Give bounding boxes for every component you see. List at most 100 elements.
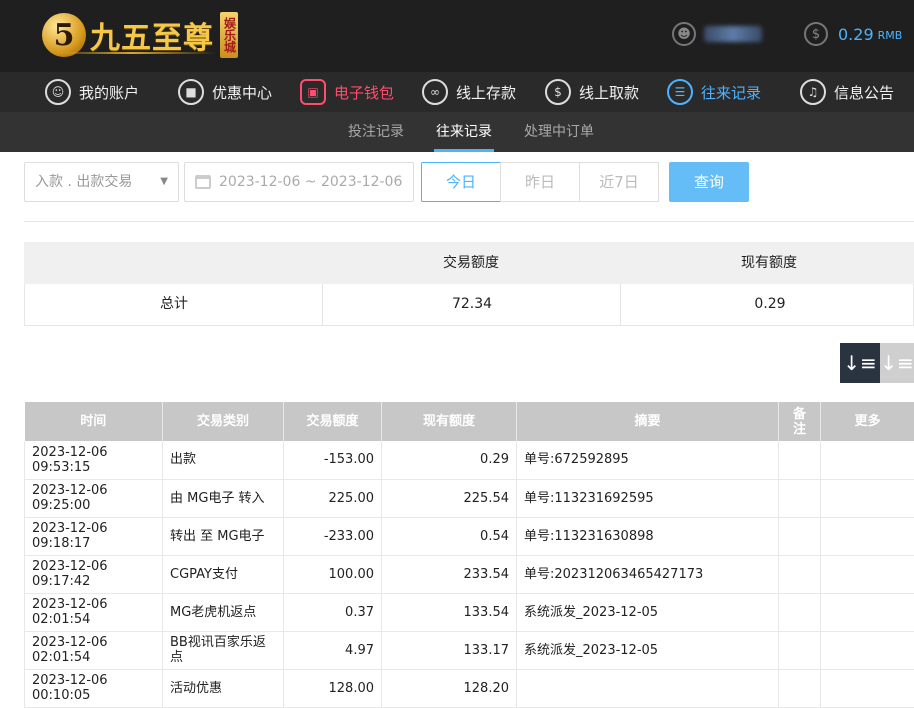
record-icon: ☰: [667, 79, 693, 105]
row-balance: 0.29: [382, 441, 517, 479]
records-table: 时间 交易类别 交易额度 现有额度 摘要 备注 更多 2023-12-06 09…: [24, 402, 914, 708]
today-button[interactable]: 今日: [421, 162, 501, 202]
transaction-type-value: 入款 . 出款交易: [35, 174, 132, 190]
table-row: 2023-12-06 00:10:05活动优惠128.00128.20: [25, 669, 914, 707]
withdraw-icon: $: [545, 79, 571, 105]
row-note: [779, 555, 821, 593]
deposit-icon: ∞: [422, 79, 448, 105]
col-summary: 摘要: [517, 402, 779, 441]
row-time: 2023-12-06 00:10:05: [25, 669, 163, 707]
nav-item-withdraw[interactable]: $ 线上取款: [545, 72, 639, 112]
row-more: [821, 631, 914, 669]
summary-header-balance: 现有额度: [620, 242, 914, 284]
col-note: 备注: [779, 402, 821, 441]
row-more: [821, 517, 914, 555]
row-summary: 单号:113231630898: [517, 517, 779, 555]
tab-transaction-records[interactable]: 往来记录: [436, 112, 492, 152]
records-header-row: 时间 交易类别 交易额度 现有额度 摘要 备注 更多: [25, 402, 914, 441]
table-row: 2023-12-06 09:17:42CGPAY支付100.00233.54单号…: [25, 555, 914, 593]
row-amount: 128.00: [284, 669, 382, 707]
nav-label: 优惠中心: [212, 82, 272, 103]
row-more: [821, 669, 914, 707]
row-balance: 225.54: [382, 479, 517, 517]
summary-total-row: 总计 72.34 0.29: [24, 284, 914, 326]
row-balance: 233.54: [382, 555, 517, 593]
col-note-label: 备注: [793, 407, 806, 437]
nav-item-deposit[interactable]: ∞ 线上存款: [422, 72, 516, 112]
col-amount: 交易额度: [284, 402, 382, 441]
calendar-icon: [195, 175, 211, 189]
row-note: [779, 669, 821, 707]
balance-unit: RMB: [878, 29, 903, 42]
sort-desc-icon: ↓≡: [843, 351, 877, 375]
row-note: [779, 593, 821, 631]
yesterday-button[interactable]: 昨日: [500, 162, 580, 202]
main-nav: ☺ 我的账户 ■ 优惠中心 ▣ 电子钱包 ∞ 线上存款 $ 线上取款 ☰ 往来记…: [0, 72, 914, 112]
query-button[interactable]: 查询: [669, 162, 749, 202]
summary-total-label: 总计: [25, 284, 323, 325]
row-note: [779, 631, 821, 669]
dollar-coin-icon: $: [804, 22, 828, 46]
summary-total-amount: 72.34: [323, 284, 621, 325]
row-note: [779, 517, 821, 555]
row-summary: 单号:672592895: [517, 441, 779, 479]
date-range-value: 2023-12-06 ~ 2023-12-06: [219, 174, 402, 190]
row-time: 2023-12-06 02:01:54: [25, 593, 163, 631]
nav-item-announcements[interactable]: ♫ 信息公告: [800, 72, 894, 112]
row-amount: 4.97: [284, 631, 382, 669]
user-info[interactable]: ☻: [672, 22, 762, 46]
date-range-input[interactable]: 2023-12-06 ~ 2023-12-06: [184, 162, 414, 202]
row-amount: 0.37: [284, 593, 382, 631]
tab-bet-records[interactable]: 投注记录: [348, 112, 404, 152]
table-row: 2023-12-06 09:25:00由 MG电子 转入225.00225.54…: [25, 479, 914, 517]
caret-down-icon: ▼: [160, 163, 168, 201]
row-time: 2023-12-06 09:17:42: [25, 555, 163, 593]
row-type: MG老虎机返点: [163, 593, 284, 631]
summary-header: 交易额度 现有额度: [24, 242, 914, 284]
row-type: CGPAY支付: [163, 555, 284, 593]
row-summary: 单号:113231692595: [517, 479, 779, 517]
row-balance: 0.54: [382, 517, 517, 555]
row-more: [821, 479, 914, 517]
nav-item-my-account[interactable]: ☺ 我的账户: [45, 72, 139, 112]
tab-pending-orders[interactable]: 处理中订单: [524, 112, 594, 152]
nav-label: 线上取款: [579, 82, 639, 103]
col-more: 更多: [821, 402, 914, 441]
row-type: 活动优惠: [163, 669, 284, 707]
row-more: [821, 593, 914, 631]
user-icon: ☺: [45, 79, 71, 105]
row-amount: -233.00: [284, 517, 382, 555]
col-type: 交易类别: [163, 402, 284, 441]
nav-label: 电子钱包: [334, 82, 394, 103]
nav-label: 信息公告: [834, 82, 894, 103]
username-redacted: [704, 26, 762, 42]
row-time: 2023-12-06 09:18:17: [25, 517, 163, 555]
nav-item-promotions[interactable]: ■ 优惠中心: [178, 72, 272, 112]
row-type: 出款: [163, 441, 284, 479]
logo-text: 九五至尊: [90, 13, 214, 57]
row-balance: 133.17: [382, 631, 517, 669]
nav-label: 线上存款: [456, 82, 516, 103]
row-note: [779, 479, 821, 517]
sort-ascending-button[interactable]: ↓≡: [880, 343, 914, 383]
last-7-days-button[interactable]: 近7日: [579, 162, 659, 202]
transaction-type-select[interactable]: 入款 . 出款交易 ▼: [24, 162, 179, 202]
nav-item-transaction-records[interactable]: ☰ 往来记录: [667, 72, 761, 112]
summary-header-amount: 交易额度: [322, 242, 620, 284]
row-summary: [517, 669, 779, 707]
row-type: 转出 至 MG电子: [163, 517, 284, 555]
col-time: 时间: [25, 402, 163, 441]
table-row: 2023-12-06 02:01:54BB视讯百家乐返点4.97133.17系统…: [25, 631, 914, 669]
table-row: 2023-12-06 02:01:54MG老虎机返点0.37133.54系统派发…: [25, 593, 914, 631]
top-header: 5 九五至尊 娱乐城 ☻ $ 0.29 RMB: [0, 0, 914, 72]
logo-underline: [48, 52, 216, 54]
bell-icon: ♫: [800, 79, 826, 105]
sort-descending-button[interactable]: ↓≡: [840, 343, 880, 383]
gift-icon: ■: [178, 79, 204, 105]
row-more: [821, 441, 914, 479]
row-balance: 133.54: [382, 593, 517, 631]
row-summary: 系统派发_2023-12-05: [517, 631, 779, 669]
nav-item-e-wallet[interactable]: ▣ 电子钱包: [300, 72, 394, 112]
row-type: 由 MG电子 转入: [163, 479, 284, 517]
wallet-icon: ▣: [300, 79, 326, 105]
